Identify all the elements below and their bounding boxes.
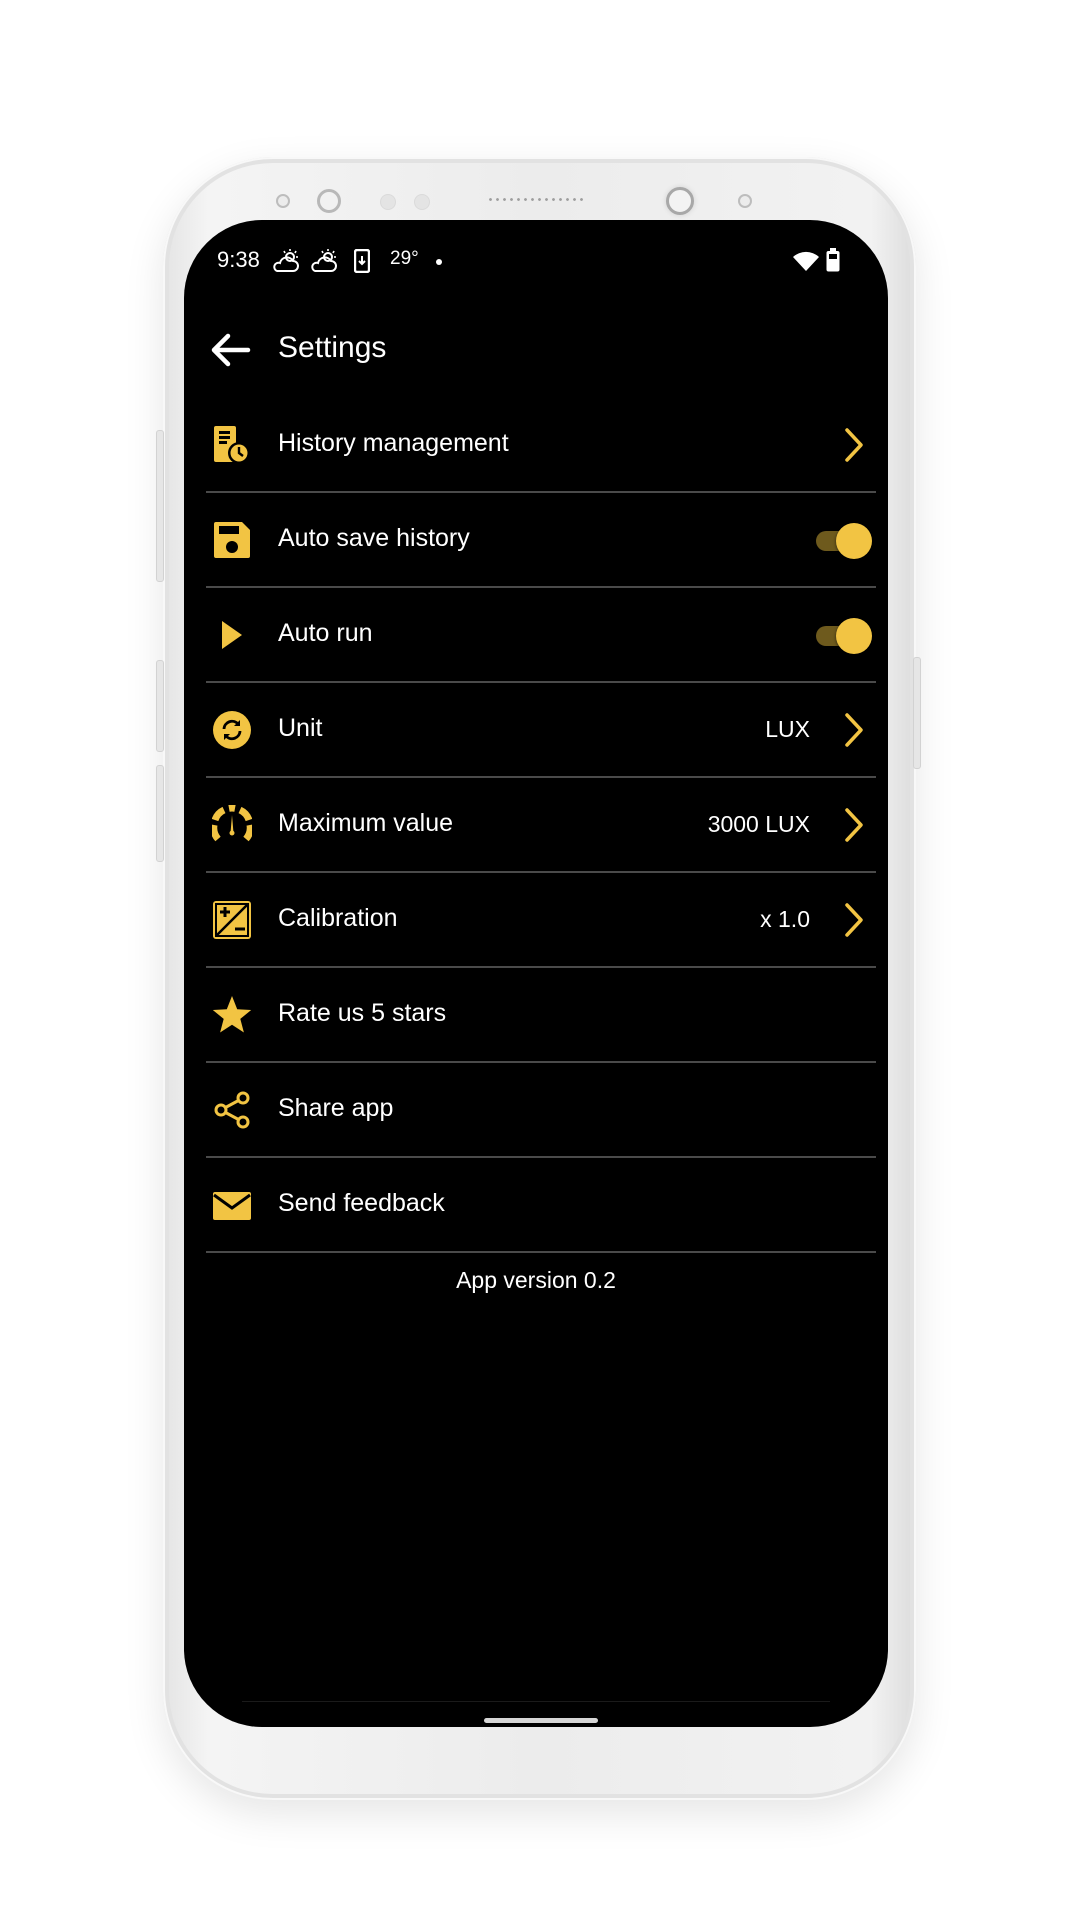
status-bar: 9:38 29° [184,220,888,300]
setting-share-app[interactable]: Share app [206,1063,876,1158]
download-phone-icon [353,248,371,278]
play-icon [222,621,242,649]
setting-auto-save-history[interactable]: Auto save history [206,493,876,588]
toggle-knob [836,523,872,559]
setting-calibration[interactable]: Calibration x 1.0 [206,873,876,968]
setting-value: 3000 LUX [707,811,810,837]
phone-sensor [414,194,430,210]
setting-send-feedback[interactable]: Send feedback [206,1158,876,1253]
setting-unit[interactable]: Unit LUX [206,683,876,778]
phone-sensor [738,194,752,208]
arrow-left-icon [211,333,251,367]
status-time: 9:38 [217,247,260,272]
setting-label: Share app [278,1094,394,1122]
weather-partly-cloudy-icon [310,248,338,279]
phone-sensor [317,189,341,213]
setting-maximum-value[interactable]: Maximum value 3000 LUX [206,778,876,873]
phone-speaker [487,197,587,202]
share-icon [214,1091,250,1129]
phone-sensor [380,194,396,210]
star-icon [212,996,252,1033]
floppy-disk-icon [214,522,250,558]
auto-save-history-toggle[interactable] [816,521,872,559]
settings-list: History management Auto save history Aut… [206,398,876,1253]
phone-power-button [913,657,921,769]
setting-value: x 1.0 [760,906,810,932]
page-title: Settings [278,331,387,364]
battery-icon [826,248,840,277]
setting-label: Calibration [278,904,398,932]
wifi-icon [793,251,819,276]
status-temperature: 29° [390,248,419,269]
setting-auto-run[interactable]: Auto run [206,588,876,683]
notification-dot-icon [436,259,442,265]
back-button[interactable] [208,332,252,368]
navigation-bar-divider [242,1701,830,1702]
weather-partly-cloudy-icon [272,248,300,279]
setting-label: Auto run [278,619,373,647]
chevron-right-icon [845,903,863,937]
setting-label: Maximum value [278,809,454,837]
chevron-right-icon [845,428,863,462]
auto-run-toggle[interactable] [816,616,872,654]
app-bar: Settings [184,310,888,390]
app-version: App version 0.2 [456,1267,616,1293]
front-camera [666,187,694,215]
phone-side-button [156,765,164,862]
sync-circle-icon [213,711,251,749]
phone-side-button [156,660,164,752]
setting-label: Unit [278,714,323,742]
envelope-icon [213,1192,251,1220]
setting-label: Send feedback [278,1189,445,1217]
gauge-icon [212,805,252,842]
setting-history-management[interactable]: History management [206,398,876,493]
history-document-icon [214,426,250,464]
toggle-knob [836,618,872,654]
plus-minus-icon [213,901,251,939]
phone-sensor [276,194,290,208]
chevron-right-icon [845,808,863,842]
home-indicator[interactable] [484,1718,598,1723]
phone-volume-button [156,430,164,582]
chevron-right-icon [845,713,863,747]
setting-value: LUX [765,716,810,742]
setting-rate-us[interactable]: Rate us 5 stars [206,968,876,1063]
setting-label: Rate us 5 stars [278,999,447,1027]
setting-label: History management [278,429,509,457]
setting-label: Auto save history [278,524,470,552]
screen: 9:38 29° Settings History management Aut… [184,220,888,1727]
